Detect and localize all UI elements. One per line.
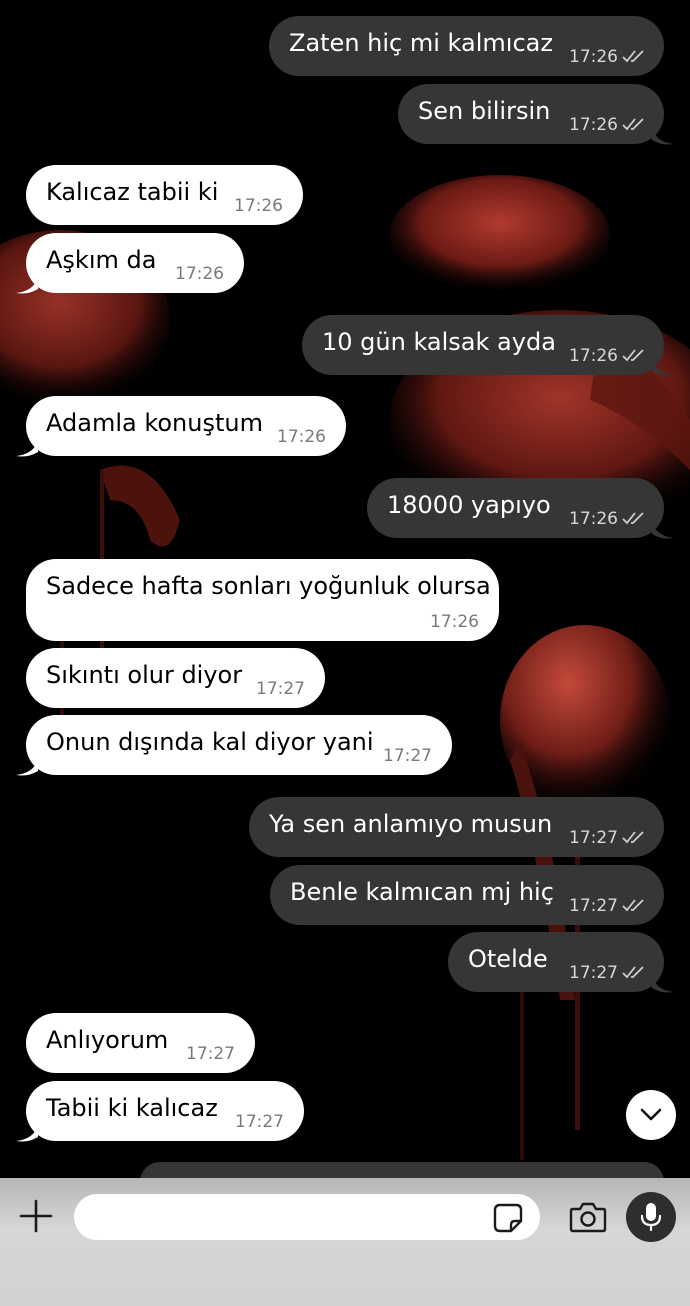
message-outgoing[interactable]: Ya sen anlamıyo musun 17:27 <box>249 797 664 857</box>
message-time: 17:27 <box>256 679 305 699</box>
message-text: Zaten hiç mi kalmıcaz <box>289 29 553 57</box>
message-input[interactable] <box>74 1194 540 1240</box>
composer-bar <box>0 1178 690 1306</box>
chevron-down-icon <box>640 1108 662 1121</box>
message-time: 17:27 <box>569 963 618 983</box>
message-time: 17:26 <box>569 509 618 529</box>
message-text: 18000 yapıyo <box>387 491 551 519</box>
double-check-icon <box>622 899 644 912</box>
bubble-tail <box>652 359 674 376</box>
message-time: 17:26 <box>569 47 618 67</box>
bubble-tail <box>16 1125 38 1142</box>
message-text: Onun dışında kal diyor yani <box>46 728 374 756</box>
scroll-to-bottom-button[interactable] <box>626 1090 676 1140</box>
bubble-tail <box>652 522 674 539</box>
double-check-icon <box>622 831 644 844</box>
message-incoming[interactable]: Aşkım da 17:26 <box>26 233 244 293</box>
message-time: 17:27 <box>186 1044 235 1064</box>
message-time: 17:26 <box>569 346 618 366</box>
message-incoming[interactable]: Kalıcaz tabii ki 17:26 <box>26 165 303 225</box>
message-incoming[interactable]: Sadece hafta sonları yoğunluk olursa 17:… <box>26 559 499 641</box>
message-incoming[interactable]: Anlıyorum 17:27 <box>26 1013 255 1073</box>
message-incoming[interactable]: Onun dışında kal diyor yani 17:27 <box>26 715 452 775</box>
message-text: 10 gün kalsak ayda <box>322 328 556 356</box>
message-list[interactable]: Zaten hiç mi kalmıcaz 17:26 Sen bilirsin… <box>0 0 690 1202</box>
message-time: 17:27 <box>569 896 618 916</box>
message-time: 17:27 <box>383 746 432 766</box>
message-text: Sadece hafta sonları yoğunluk olursa <box>46 572 491 600</box>
message-time: 17:27 <box>569 828 618 848</box>
message-incoming[interactable]: Adamla konuştum 17:26 <box>26 396 346 456</box>
message-text: Kalıcaz tabii ki <box>46 178 219 206</box>
message-outgoing[interactable]: 18000 yapıyo 17:26 <box>367 478 664 538</box>
message-text: Adamla konuştum <box>46 409 263 437</box>
message-outgoing[interactable]: 10 gün kalsak ayda 17:26 <box>302 315 664 375</box>
bubble-tail <box>16 759 38 776</box>
bubble-tail <box>16 277 38 294</box>
bubble-tail <box>652 128 674 145</box>
message-text: Aşkım da <box>46 246 157 274</box>
double-check-icon <box>622 512 644 525</box>
double-check-icon <box>622 966 644 979</box>
message-time: 17:26 <box>234 196 283 216</box>
message-outgoing[interactable]: Benle kalmıcan mj hiç 17:27 <box>270 865 664 925</box>
message-time: 17:26 <box>569 115 618 135</box>
message-text: Benle kalmıcan mj hiç <box>290 878 554 906</box>
plus-icon[interactable] <box>18 1198 54 1234</box>
double-check-icon <box>622 50 644 63</box>
message-time: 17:27 <box>235 1112 284 1132</box>
message-text: Otelde <box>468 945 548 973</box>
message-text: Sıkıntı olur diyor <box>46 661 243 689</box>
message-outgoing[interactable]: Otelde 17:27 <box>448 932 664 992</box>
bubble-tail <box>652 976 674 993</box>
message-text: Tabii ki kalıcaz <box>46 1094 218 1122</box>
message-text: Ya sen anlamıyo musun <box>269 810 553 838</box>
message-text: Anlıyorum <box>46 1026 169 1054</box>
microphone-button[interactable] <box>626 1192 676 1242</box>
double-check-icon <box>622 349 644 362</box>
message-time: 17:26 <box>175 264 224 284</box>
double-check-icon <box>622 118 644 131</box>
message-time: 17:26 <box>277 427 326 447</box>
message-outgoing[interactable]: Sen bilirsin 17:26 <box>398 84 664 144</box>
message-incoming[interactable]: Sıkıntı olur diyor 17:27 <box>26 648 325 708</box>
message-time: 17:26 <box>430 612 479 632</box>
bubble-tail <box>16 440 38 457</box>
camera-icon[interactable] <box>568 1200 608 1234</box>
message-outgoing[interactable]: Zaten hiç mi kalmıcaz 17:26 <box>269 16 664 76</box>
sticker-icon[interactable] <box>492 1202 524 1234</box>
message-incoming[interactable]: Tabii ki kalıcaz 17:27 <box>26 1081 304 1141</box>
message-text: Sen bilirsin <box>418 97 551 125</box>
microphone-icon <box>640 1203 662 1232</box>
